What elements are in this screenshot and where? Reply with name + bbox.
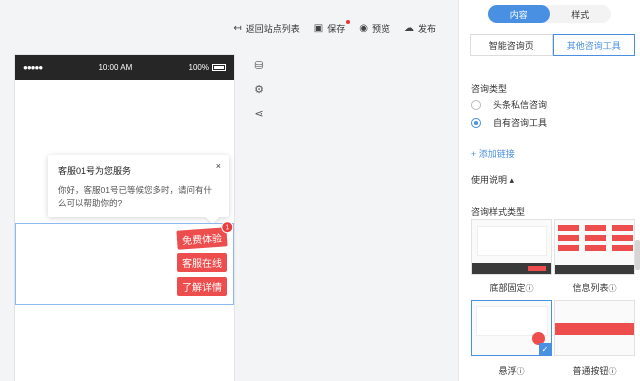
preview-button[interactable]: ◉ 预览 xyxy=(359,22,390,35)
notification-badge: 1 xyxy=(220,220,234,234)
settings-icon[interactable]: ⚙ xyxy=(252,82,266,96)
service-online-button[interactable]: 客服在线 xyxy=(177,253,227,272)
style-type-label: 咨询样式类型 xyxy=(471,207,526,217)
eye-icon: ◉ xyxy=(359,23,368,34)
thumb-grid xyxy=(558,225,633,251)
signal-icon: ●●●●● xyxy=(23,63,43,72)
status-time: 10:00 AM xyxy=(98,63,133,72)
style-bottom-fixed-thumb[interactable] xyxy=(471,219,552,275)
thumb-bottom-bar xyxy=(472,263,551,274)
share-icon[interactable]: ⋖ xyxy=(252,106,266,120)
thumb-card xyxy=(477,226,547,256)
radio-circle xyxy=(471,99,481,110)
save-button[interactable]: ▣ 保存 xyxy=(313,20,351,35)
publish-label: 发布 xyxy=(417,24,436,34)
radio-toutiao-message[interactable]: 头条私信咨询 xyxy=(471,98,547,111)
caption-text: 普通按钮 xyxy=(572,366,609,376)
properties-panel: 内容 样式 智能咨询页 其他咨询工具 咨询类型 头条私信咨询 自有咨询工具 + … xyxy=(458,0,640,381)
style-normal-button-thumb[interactable] xyxy=(554,300,635,356)
close-icon[interactable]: × xyxy=(216,161,221,171)
battery-icon xyxy=(211,64,226,71)
unsaved-dot xyxy=(346,20,351,24)
style-bottom-fixed-caption: 底部固定ⓘ xyxy=(471,281,552,294)
publish-button[interactable]: ☁ 发布 xyxy=(404,22,436,35)
side-tools: ⛁ ⚙ ⋖ xyxy=(252,58,266,120)
save-icon: ▣ xyxy=(313,23,324,34)
floating-buttons-area[interactable]: 免费体验 1 客服在线 了解详情 xyxy=(15,220,234,305)
radio-own-consult-tool[interactable]: 自有咨询工具 xyxy=(471,116,547,129)
tab-other-consult-tools[interactable]: 其他咨询工具 xyxy=(552,34,635,56)
style-floating-thumb[interactable]: ✓ xyxy=(471,300,552,356)
consult-popup[interactable]: 客服01号为您服务 你好，客服01号已等候您多时，请问有什么可以帮助你的? × xyxy=(48,155,229,224)
back-to-site-list-button[interactable]: ↤ 返回站点列表 xyxy=(233,22,299,35)
thumb-red-button xyxy=(528,266,546,271)
learn-more-button[interactable]: 了解详情 xyxy=(177,277,227,296)
battery-percent: 100% xyxy=(188,63,209,72)
preview-label: 预览 xyxy=(371,24,390,34)
free-trial-label: 免费体验 xyxy=(181,233,223,248)
consult-type-label: 咨询类型 xyxy=(471,84,508,94)
layers-icon[interactable]: ⛁ xyxy=(252,58,266,72)
panel-scrollbar[interactable] xyxy=(635,240,640,270)
toolbar: ↤ 返回站点列表 ▣ 保存 ◉ 预览 ☁ 发布 xyxy=(233,20,436,35)
consult-tool-tabs: 智能咨询页 其他咨询工具 xyxy=(470,34,635,56)
editor-canvas: ↤ 返回站点列表 ▣ 保存 ◉ 预览 ☁ 发布 ●●●●● 10:00 AM 1… xyxy=(0,0,458,381)
help-icon[interactable]: ⓘ xyxy=(517,367,525,376)
thumb-red-button xyxy=(555,323,634,335)
tab-style[interactable]: 样式 xyxy=(550,5,612,23)
caption-text: 底部固定 xyxy=(489,283,526,293)
style-info-list-caption: 信息列表ⓘ xyxy=(554,281,635,294)
help-icon[interactable]: ⓘ xyxy=(526,284,534,293)
radio-label: 自有咨询工具 xyxy=(493,118,548,128)
back-arrow-icon: ↤ xyxy=(233,23,242,34)
free-trial-button[interactable]: 免费体验 1 xyxy=(176,220,234,250)
add-link-button[interactable]: + 添加链接 xyxy=(471,147,515,160)
popup-text: 你好，客服01号已等候您多时，请问有什么可以帮助你的? xyxy=(58,185,212,208)
caption-text: 悬浮 xyxy=(498,366,517,376)
radio-circle-selected xyxy=(471,117,481,128)
caption-text: 信息列表 xyxy=(572,283,609,293)
style-floating-caption: 悬浮ⓘ xyxy=(471,364,552,377)
cloud-upload-icon: ☁ xyxy=(403,23,414,34)
check-icon: ✓ xyxy=(539,343,551,355)
learn-more-label: 了解详情 xyxy=(182,283,222,294)
phone-status-bar: ●●●●● 10:00 AM 100% xyxy=(15,55,234,80)
style-info-list-thumb[interactable] xyxy=(554,219,635,275)
popup-title: 客服01号为您服务 xyxy=(58,166,132,176)
service-online-label: 客服在线 xyxy=(182,259,222,270)
help-icon[interactable]: ⓘ xyxy=(609,367,617,376)
back-label: 返回站点列表 xyxy=(245,24,300,34)
content-style-switch: 内容 样式 xyxy=(488,5,611,23)
radio-label: 头条私信咨询 xyxy=(493,100,548,110)
help-icon[interactable]: ⓘ xyxy=(609,284,617,293)
popup-tail xyxy=(206,211,219,224)
thumb-bottom-bar xyxy=(555,265,634,274)
save-label: 保存 xyxy=(327,24,346,34)
tab-content[interactable]: 内容 xyxy=(488,5,550,23)
phone-preview: ●●●●● 10:00 AM 100% 客服01号为您服务 你好，客服01号已等… xyxy=(14,54,235,381)
style-normal-button-caption: 普通按钮ⓘ xyxy=(554,364,635,377)
battery: 100% xyxy=(189,63,226,72)
usage-instructions-toggle[interactable]: 使用说明 ▴ xyxy=(471,173,514,186)
tab-smart-consult-page[interactable]: 智能咨询页 xyxy=(470,34,553,56)
